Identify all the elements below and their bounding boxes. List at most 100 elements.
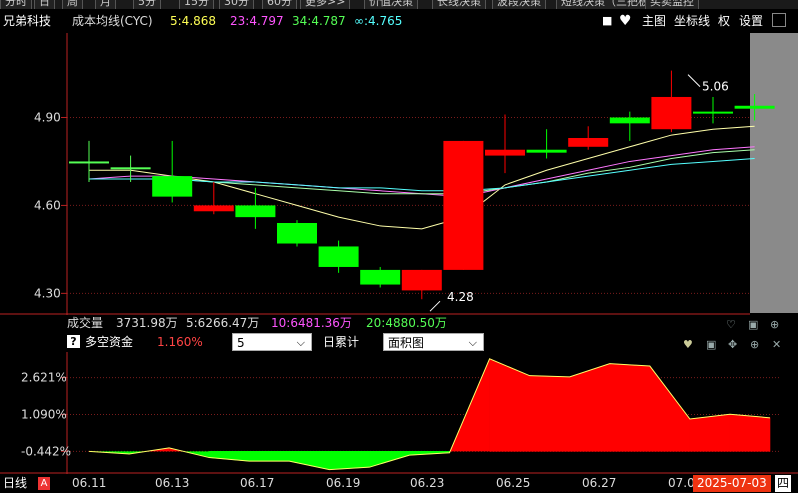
- annotation-low: 4.28: [447, 290, 474, 304]
- coordinate-line-button[interactable]: 坐标线: [674, 11, 710, 31]
- chevron-down-icon: ⌵: [296, 336, 305, 349]
- ma23-value: 23:4.797: [230, 14, 284, 28]
- toolbar-tab[interactable]: 周: [62, 0, 83, 9]
- candle-body: [651, 96, 692, 130]
- window-icon[interactable]: ▣: [748, 316, 758, 333]
- candle-body: [443, 140, 484, 270]
- heart-icon[interactable]: ♥: [619, 11, 632, 31]
- x-tick-label: 07.0: [668, 476, 695, 490]
- indicator-title: 多空资金: [85, 335, 134, 349]
- current-date: 2025-07-03: [693, 475, 771, 492]
- annotation-arrow: [687, 74, 701, 87]
- candle-body: [526, 149, 567, 153]
- candle-body: [152, 176, 193, 197]
- y-tick-label: 4.90: [34, 110, 61, 124]
- date-axis-row: 日线 A 06.11 06.13 06.17 06.19 06.23 06.25 06.27…: [0, 474, 798, 493]
- zoom-icon[interactable]: ⊕: [770, 316, 779, 333]
- annotation-high: 5.06: [702, 80, 729, 94]
- settings-button[interactable]: 设置: [739, 11, 763, 31]
- x-tick-label: 06.11: [72, 476, 107, 490]
- toolbar-tab[interactable]: 日: [34, 0, 55, 9]
- x-tick-label: 06.25: [496, 476, 531, 490]
- indicator-name[interactable]: 成本均线(CYC): [72, 11, 153, 31]
- annotation-arrow: [429, 300, 441, 312]
- candle-body: [277, 223, 317, 244]
- x-tick-label: 06.27: [582, 476, 617, 490]
- y-tick-label: 2.621%: [21, 371, 67, 385]
- y-tick-label: 4.60: [34, 198, 61, 212]
- volume-ma5: 5:6266.47万: [186, 316, 260, 330]
- help-icon[interactable]: ?: [67, 335, 80, 348]
- ma5-value: 5:4.868: [170, 14, 217, 28]
- candlestick-chart[interactable]: 4.30 4.60 4.90 5.06 4.28: [0, 33, 798, 315]
- toolbar-tab[interactable]: 波段决策: [492, 0, 546, 9]
- candle-body: [485, 149, 525, 156]
- toolbar-tab[interactable]: 30分: [219, 0, 254, 9]
- candle-body: [693, 111, 733, 114]
- chart-title-bar: 兄弟科技 成本均线(CYC) 5:4.868 23:4.797 34:4.787…: [0, 11, 798, 31]
- rights-button[interactable]: 权: [718, 11, 730, 31]
- area-segment: [689, 413, 731, 452]
- x-tick-label: 06.13: [155, 476, 190, 490]
- x-tick-label: 06.17: [240, 476, 275, 490]
- y-tick-label: 4.30: [34, 286, 61, 300]
- toolbar-tab[interactable]: 60分: [262, 0, 297, 9]
- area-segment: [609, 363, 651, 452]
- toolbar-tab[interactable]: 月: [95, 0, 116, 9]
- volume-ma20: 20:4880.50万: [366, 316, 447, 330]
- chart-type-select[interactable]: 面积图 ⌵: [383, 333, 484, 351]
- period-label: 日线: [3, 476, 28, 490]
- weekday: 四: [775, 475, 792, 492]
- toolbar-tab[interactable]: 分时: [0, 0, 32, 9]
- candle-body: [193, 205, 234, 212]
- candle-body: [568, 138, 609, 147]
- toolbar-tab[interactable]: 更多>>: [300, 0, 351, 9]
- candle-body: [401, 269, 442, 291]
- toolbar-tab[interactable]: 5分: [133, 0, 161, 9]
- y-tick-label: 1.090%: [21, 407, 67, 421]
- x-tick-label: 06.19: [326, 476, 361, 490]
- volume-total: 3731.98万: [116, 316, 178, 330]
- stock-name: 兄弟科技: [3, 14, 52, 28]
- chart-type-value: 面积图: [388, 336, 425, 350]
- maximize-icon[interactable]: [772, 13, 786, 27]
- volume-label: 成交量: [67, 316, 104, 330]
- area-segment: [569, 363, 611, 452]
- toolbar-tab[interactable]: 买卖监控: [645, 0, 699, 9]
- y-tick-label: -0.442%: [21, 444, 71, 458]
- period-badge: A: [38, 477, 50, 490]
- candle-body: [360, 269, 401, 285]
- volume-info-row: 成交量 3731.98万 5:6266.47万 10:6481.36万 20:4…: [0, 315, 798, 332]
- toolbar-tab[interactable]: 长线决策: [432, 0, 486, 9]
- chevron-down-icon: ⌵: [468, 336, 477, 349]
- candle-body: [734, 105, 775, 109]
- period-toolbar: 分时日周月 5分 15分 30分 60分 更多>> 价值决策 长线决策 波段决策 短线决策（三把板…: [0, 0, 798, 9]
- candle-body: [235, 205, 276, 218]
- period-select-value: 5: [237, 336, 245, 350]
- ma34-value: 34:4.787: [292, 14, 346, 28]
- candle-body: [318, 246, 359, 267]
- candle-body: [110, 167, 151, 170]
- toolbar-tab[interactable]: 价值决策: [364, 0, 418, 9]
- mainf-value: ∞:4.765: [354, 14, 403, 28]
- x-tick-label: 06.23: [410, 476, 445, 490]
- area-segment: [529, 375, 571, 452]
- candle-body: [609, 117, 650, 124]
- indicator-row: ? 多空资金 1.160% 5 ⌵ 日累计 面积图 ⌵ ♥ ▣ ✥ ⊕ ✕: [0, 332, 798, 352]
- area-segment: [729, 413, 771, 452]
- area-segment: [369, 451, 410, 468]
- area-segment: [329, 451, 370, 470]
- candle-body: [69, 161, 109, 164]
- toolbar-tab[interactable]: 15分: [179, 0, 214, 9]
- area-segment: [248, 451, 290, 462]
- heart-outline-icon[interactable]: ♡: [726, 316, 736, 333]
- volume-ma10: 10:6481.36万: [271, 316, 352, 330]
- indicator-value: 1.160%: [157, 335, 203, 349]
- main-chart-button[interactable]: 主图: [642, 11, 666, 31]
- area-segment: [288, 451, 330, 470]
- cumulative-label: 日累计: [323, 335, 360, 349]
- square-icon[interactable]: ■: [602, 11, 612, 31]
- area-segment: [649, 365, 691, 452]
- period-select[interactable]: 5 ⌵: [232, 333, 312, 351]
- fund-flow-area-chart[interactable]: 2.621% 1.090% -0.442%: [0, 352, 798, 474]
